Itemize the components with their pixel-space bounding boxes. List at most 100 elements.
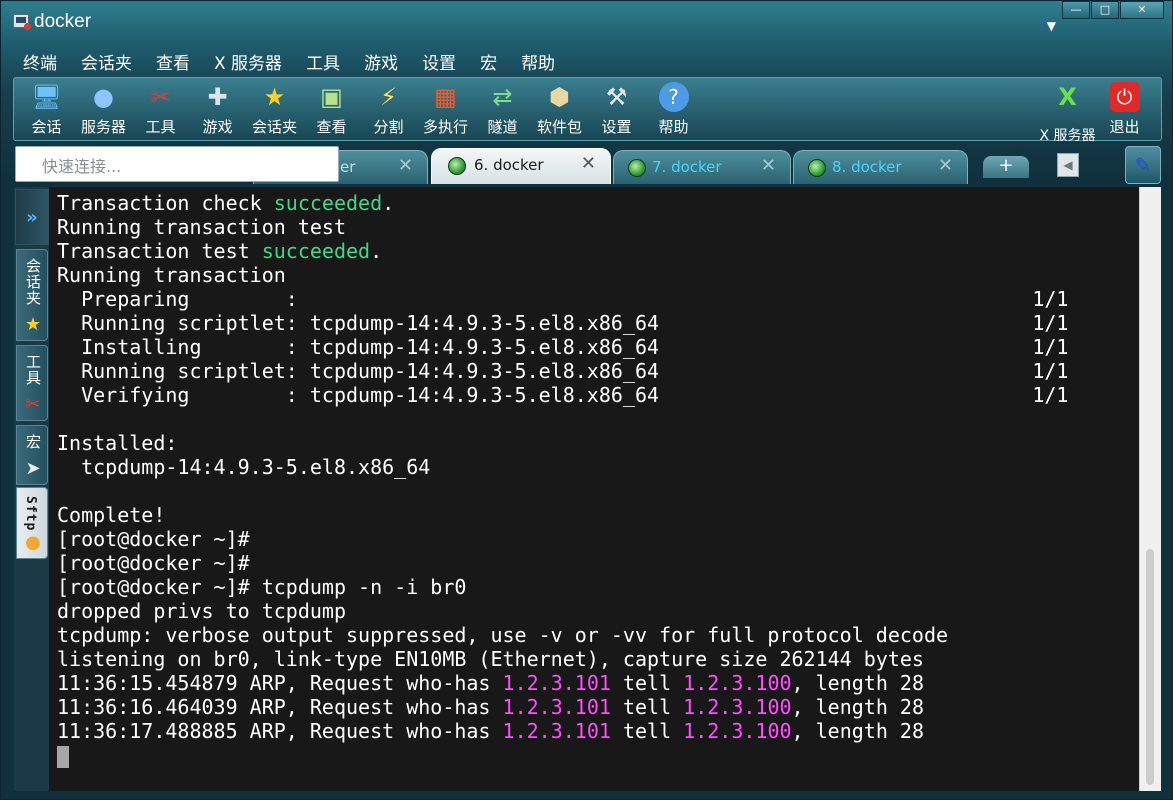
window-controls: — □ ✕ bbox=[1061, 1, 1164, 19]
maximize-button[interactable]: □ bbox=[1091, 1, 1119, 19]
sidebar-tab-label: 宏 bbox=[24, 434, 42, 450]
terminal-line: Installing : tcpdump-14:4.9.3-5.el8.x86_… bbox=[57, 335, 1139, 359]
close-icon[interactable]: ✕ bbox=[398, 155, 413, 176]
sidebar-tab-label: Sftp bbox=[23, 496, 38, 532]
menu-games[interactable]: 游戏 bbox=[352, 45, 410, 75]
window-title: docker bbox=[34, 11, 92, 32]
chevron-down-icon[interactable]: ▼ bbox=[1047, 19, 1056, 33]
tab-session-6[interactable]: 6. docker ✕ bbox=[431, 148, 611, 184]
terminal-line: Installed: bbox=[57, 431, 1139, 455]
quick-connect-placeholder: 快速连接... bbox=[42, 157, 122, 176]
menu-macros[interactable]: 宏 bbox=[468, 45, 509, 75]
menu-x-server[interactable]: X 服务器 bbox=[202, 45, 294, 75]
terminal-text: 1.2.3.101 bbox=[502, 671, 611, 695]
terminal-line: [root@docker ~]# bbox=[57, 551, 1139, 575]
menu-sessions[interactable]: 会话夹 bbox=[69, 45, 144, 75]
tunnel-button[interactable]: ⇄ 隧道 bbox=[474, 78, 531, 140]
exit-button[interactable]: ⏻ 退出 bbox=[1096, 78, 1153, 140]
menu-help[interactable]: 帮助 bbox=[509, 45, 567, 75]
menu-view[interactable]: 查看 bbox=[144, 45, 202, 75]
terminal-text: [root@docker ~]# bbox=[57, 551, 250, 575]
sidebar-tab-tools[interactable]: 工具 ✂ bbox=[16, 345, 48, 421]
sidebar-tab-sessions[interactable]: 会话夹 ★ bbox=[16, 249, 48, 341]
terminal-text: Running scriptlet: tcpdump-14:4.9.3-5.el… bbox=[57, 311, 1069, 335]
split-button[interactable]: ⚡ 分割 bbox=[360, 78, 417, 140]
menu-settings[interactable]: 设置 bbox=[410, 45, 468, 75]
tab-session-8[interactable]: 8. docker ✕ bbox=[793, 150, 968, 184]
close-button[interactable]: ✕ bbox=[1120, 1, 1164, 19]
multiexec-button[interactable]: ▦ 多执行 bbox=[417, 78, 474, 140]
terminal-text: Running scriptlet: tcpdump-14:4.9.3-5.el… bbox=[57, 359, 1069, 383]
terminal-line: tcpdump: verbose output suppressed, use … bbox=[57, 623, 1139, 647]
terminal-line: Preparing : 1/1 bbox=[57, 287, 1139, 311]
view-button[interactable]: ▣ 查看 bbox=[303, 78, 360, 140]
tab-scroll-left-button[interactable]: ◀ bbox=[1057, 153, 1079, 177]
power-icon: ⏻ bbox=[1109, 82, 1140, 112]
star-icon: ★ bbox=[263, 83, 286, 111]
server-button[interactable]: ● 服务器 bbox=[75, 78, 132, 140]
terminal-text: succeeded bbox=[273, 191, 383, 215]
terminal-text: tcpdump-14:4.9.3-5.el8.x86_64 bbox=[57, 455, 431, 479]
sidebar-tab-macros[interactable]: 宏 ➤ bbox=[16, 425, 48, 485]
tab-label: 6. docker bbox=[474, 156, 544, 174]
toolbar-right-group: X X 服务器 ⏻ 退出 bbox=[1039, 78, 1153, 144]
settings-button[interactable]: ⚒ 设置 bbox=[588, 78, 645, 140]
terminal-text: , length 28 bbox=[791, 695, 924, 719]
terminal-output[interactable]: Transaction check succeeded. Running tran… bbox=[50, 187, 1139, 791]
terminal-text: , length 28 bbox=[791, 671, 924, 695]
terminal-text: dropped privs to tcpdump bbox=[57, 599, 346, 623]
terminal-text: 1.2.3.101 bbox=[502, 719, 611, 743]
x-server-label: X 服务器 bbox=[1039, 128, 1096, 144]
new-tab-button[interactable]: + bbox=[983, 156, 1029, 178]
split-icon: ⚡ bbox=[380, 83, 397, 111]
terminal-text: tcpdump: verbose output suppressed, use … bbox=[57, 623, 949, 647]
terminal-text: tell bbox=[610, 695, 684, 719]
menu-terminal[interactable]: 终端 bbox=[11, 45, 69, 75]
quick-connect-input[interactable]: 快速连接... bbox=[15, 146, 339, 182]
scrollbar-thumb[interactable] bbox=[1146, 549, 1154, 785]
x-server-button[interactable]: X X 服务器 bbox=[1039, 78, 1096, 144]
tools-button[interactable]: ✂ 工具 bbox=[132, 78, 189, 140]
package-icon: ⬢ bbox=[549, 83, 570, 111]
terminal-text: 11:36:17.488885 ARP, Request who-has bbox=[57, 719, 503, 743]
close-icon[interactable]: ✕ bbox=[938, 155, 953, 176]
title-bar[interactable]: docker ▼ — □ ✕ bbox=[1, 1, 1172, 43]
minimize-button[interactable]: — bbox=[1062, 1, 1090, 19]
settings-icon: ⚒ bbox=[605, 83, 628, 111]
terminal-text: Preparing : 1/1 bbox=[57, 287, 1069, 311]
exit-label: 退出 bbox=[1109, 118, 1140, 136]
tools-icon: ✂ bbox=[150, 83, 171, 111]
terminal-line: 11:36:15.454879 ARP, Request who-has 1.2… bbox=[57, 671, 1139, 695]
tab-bar: er ✕ 快速连接... 6. docker ✕ 7. docker ✕ 8. … bbox=[13, 144, 1163, 184]
terminal-line: Complete! bbox=[57, 503, 1139, 527]
package-button[interactable]: ⬢ 软件包 bbox=[531, 78, 588, 140]
close-icon[interactable]: ✕ bbox=[761, 155, 776, 176]
terminal-text: Transaction check bbox=[57, 191, 274, 215]
terminal-text: Installing : tcpdump-14:4.9.3-5.el8.x86_… bbox=[57, 335, 1069, 359]
terminal-line: Running scriptlet: tcpdump-14:4.9.3-5.el… bbox=[57, 311, 1139, 335]
terminal-line: 11:36:16.464039 ARP, Request who-has 1.2… bbox=[57, 695, 1139, 719]
tab-label: 7. docker bbox=[652, 158, 722, 176]
toolbar-main-group: 🖥 会话 ● 服务器 ✂ 工具 ✚ 游戏 ★ 会话夹 ▣ 查看 ⚡ 分割 ▦ 多… bbox=[18, 78, 702, 140]
macro-arrow-icon: ➤ bbox=[25, 458, 41, 479]
help-button[interactable]: ? 帮助 bbox=[645, 78, 702, 140]
close-icon[interactable]: ✕ bbox=[581, 153, 596, 174]
sidebar-tab-sftp[interactable]: Sftp ● bbox=[16, 487, 48, 559]
terminal-line: listening on br0, link-type EN10MB (Ethe… bbox=[57, 647, 1139, 671]
server-icon: ● bbox=[93, 83, 114, 111]
tab-session-7[interactable]: 7. docker ✕ bbox=[613, 150, 791, 184]
attach-icon[interactable]: ✎ bbox=[1125, 146, 1161, 184]
terminal-text: 1.2.3.100 bbox=[683, 695, 792, 719]
expand-sidebar-button[interactable]: » bbox=[15, 189, 49, 245]
terminal-line: Running transaction test bbox=[57, 215, 1139, 239]
gamepad-icon: ✚ bbox=[207, 83, 228, 111]
menu-tools[interactable]: 工具 bbox=[294, 45, 352, 75]
session-button[interactable]: 🖥 会话 bbox=[18, 78, 75, 140]
games-button[interactable]: ✚ 游戏 bbox=[189, 78, 246, 140]
terminal-scrollbar[interactable] bbox=[1139, 187, 1161, 791]
terminal-text: 11:36:16.464039 ARP, Request who-has bbox=[57, 695, 503, 719]
terminal-session-icon bbox=[808, 159, 826, 177]
sessions-folder-button[interactable]: ★ 会话夹 bbox=[246, 78, 303, 140]
menu-bar: 终端 会话夹 查看 X 服务器 工具 游戏 设置 宏 帮助 bbox=[11, 45, 567, 75]
package-label: 软件包 bbox=[536, 118, 582, 136]
